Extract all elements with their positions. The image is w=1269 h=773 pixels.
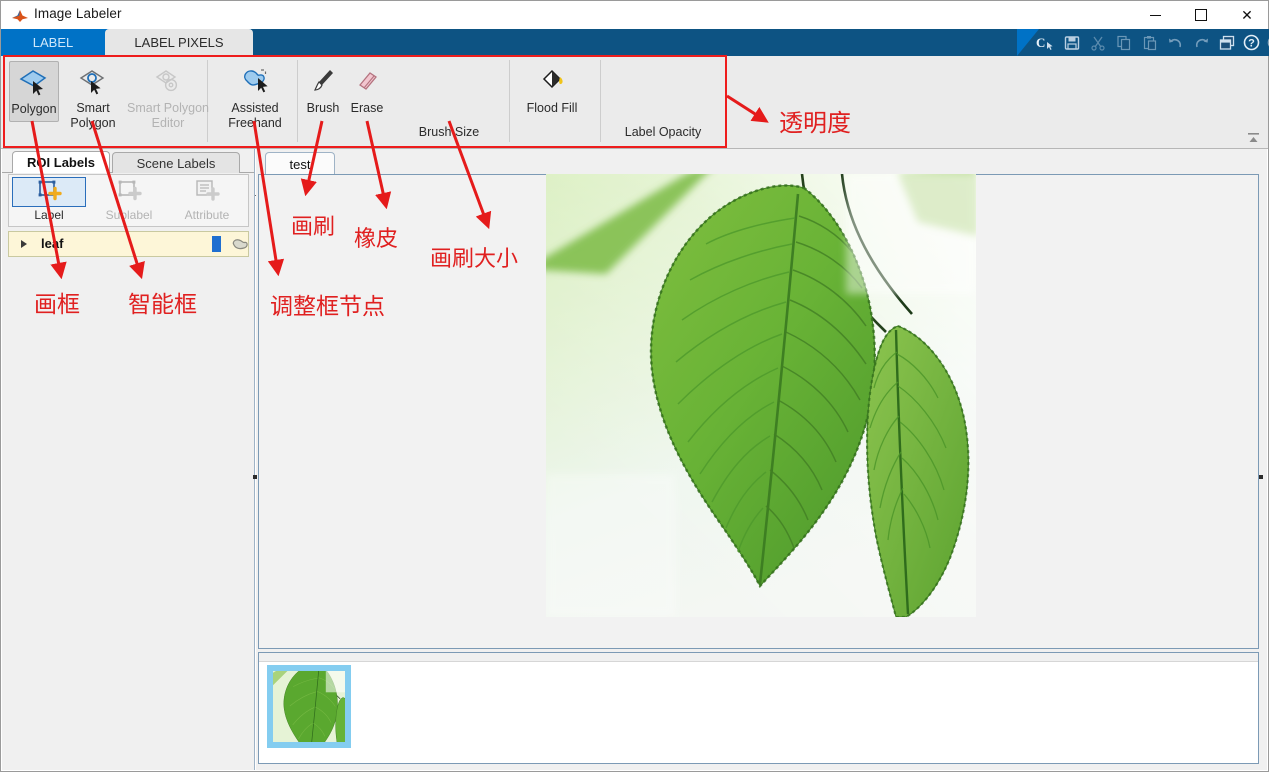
- annotation-adjust-nodes: 调整框节点: [270, 294, 385, 320]
- add-label-icon: [12, 177, 86, 207]
- matlab-icon: [11, 7, 29, 23]
- layout-icon[interactable]: [1217, 32, 1238, 53]
- label-color-swatch[interactable]: [212, 236, 221, 252]
- green-leaf-photo: [546, 174, 976, 617]
- tab-roi-labels[interactable]: ROI Labels: [12, 151, 110, 173]
- window-title: Image Labeler: [34, 6, 122, 21]
- tab-label-pixels[interactable]: LABEL PIXELS: [105, 29, 253, 56]
- pixel-label-icon: [231, 238, 249, 251]
- undo-icon: [1165, 32, 1186, 53]
- svg-text:C: C: [1036, 35, 1045, 50]
- annotation-brush-size: 画刷大小: [430, 247, 519, 272]
- green-leaf-photo-thumb: [273, 671, 345, 742]
- image-strip: [258, 652, 1259, 764]
- more-icon[interactable]: [1264, 32, 1269, 53]
- document-tab-test[interactable]: test: [265, 152, 335, 176]
- collapse-ribbon-icon[interactable]: [1247, 131, 1260, 143]
- annotation-smart-box: 智能框: [128, 292, 197, 318]
- add-attribute-text: Attribute: [184, 208, 230, 222]
- add-attribute-button: Attribute: [171, 178, 243, 222]
- minimize-icon: [1132, 1, 1178, 29]
- document-tab-bar: test: [256, 149, 1267, 176]
- redo-icon: [1191, 32, 1212, 53]
- annotation-eraser: 橡皮: [354, 227, 399, 252]
- title-bar: Image Labeler ✕: [1, 1, 1268, 30]
- add-attribute-icon: [171, 178, 243, 206]
- image-labeler-window: Image Labeler ✕ LABEL LABEL PIXELS C ? P…: [0, 0, 1269, 772]
- svg-text:?: ?: [1248, 38, 1255, 50]
- annotation-opacity: 透明度: [779, 109, 851, 137]
- label-tool-row: Label Sublabel Attribute: [8, 174, 249, 227]
- annotation-box-ribbon: [3, 55, 727, 148]
- maximize-button[interactable]: [1178, 1, 1224, 29]
- left-splitter-handle[interactable]: [251, 473, 258, 480]
- add-sublabel-icon: [93, 178, 165, 206]
- expand-caret-icon[interactable]: [21, 240, 27, 248]
- label-list-item-leaf[interactable]: leaf: [8, 231, 249, 257]
- image-strip-header: [259, 653, 1258, 662]
- document-area: test: [253, 149, 1267, 770]
- roi-labels-panel: ROI Labels Scene Labels Label Sublabel A…: [2, 149, 255, 770]
- minimize-button[interactable]: [1132, 1, 1178, 29]
- copy-icon: [1113, 32, 1134, 53]
- paste-icon: [1139, 32, 1160, 53]
- thumbnail-item[interactable]: [267, 665, 351, 748]
- save-icon[interactable]: [1061, 32, 1082, 53]
- annotation-draw-box: 画框: [34, 292, 80, 318]
- close-button[interactable]: ✕: [1224, 1, 1269, 29]
- labeled-image[interactable]: [546, 174, 976, 617]
- right-splitter-handle[interactable]: [1257, 473, 1264, 480]
- matlab-cursor-icon[interactable]: C: [1035, 32, 1056, 53]
- cut-icon: [1087, 32, 1108, 53]
- add-label-button[interactable]: Label: [12, 177, 86, 222]
- maximize-icon: [1178, 1, 1224, 29]
- image-canvas[interactable]: [253, 174, 1263, 649]
- label-name: leaf: [41, 236, 64, 251]
- tab-scene-labels[interactable]: Scene Labels: [112, 152, 240, 173]
- quick-access-toolbar: C ?: [1017, 29, 1269, 56]
- add-sublabel-button: Sublabel: [93, 178, 165, 222]
- thumbnail-image-wrap: [273, 671, 345, 742]
- annotation-brush: 画刷: [291, 215, 336, 240]
- left-panel-tabs: ROI Labels Scene Labels: [2, 149, 254, 173]
- tab-label[interactable]: LABEL: [3, 29, 103, 56]
- add-label-text: Label: [34, 208, 64, 222]
- close-icon: ✕: [1241, 6, 1253, 23]
- add-sublabel-text: Sublabel: [105, 208, 153, 222]
- help-icon[interactable]: ?: [1241, 32, 1262, 53]
